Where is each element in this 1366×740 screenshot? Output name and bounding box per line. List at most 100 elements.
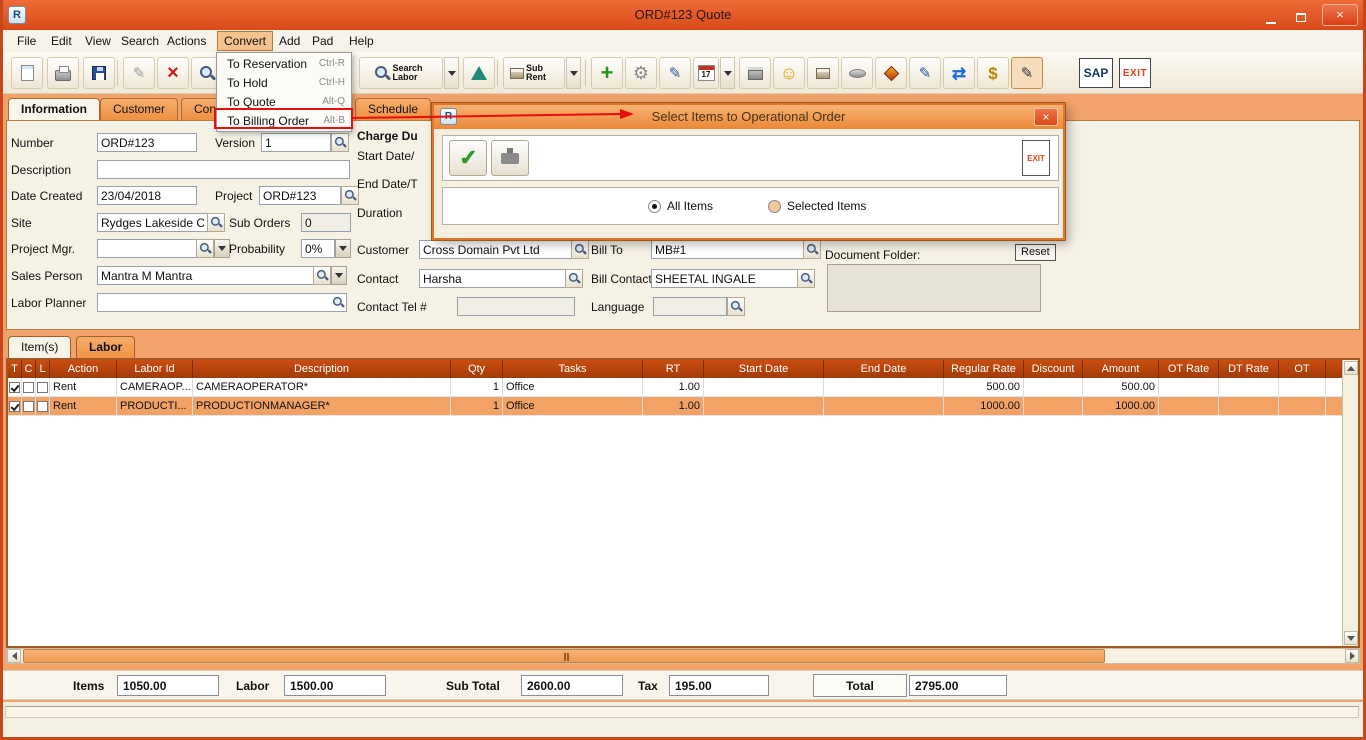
- scroll-right-button[interactable]: [1345, 649, 1359, 663]
- row1-checkbox-t[interactable]: [9, 382, 20, 393]
- scrollbar-thumb[interactable]: [23, 649, 1105, 663]
- labor-planner-field[interactable]: [97, 293, 347, 312]
- tab-labor[interactable]: Labor: [76, 336, 135, 358]
- sub-rent-dropdown[interactable]: [566, 57, 581, 89]
- equipment-button[interactable]: [875, 57, 907, 89]
- search-labor-dropdown[interactable]: [444, 57, 459, 89]
- col-rt[interactable]: RT: [643, 360, 704, 378]
- exit-button[interactable]: EXIT: [1119, 58, 1151, 88]
- col-end-date[interactable]: End Date: [824, 360, 944, 378]
- number-field[interactable]: [97, 133, 197, 152]
- menu-search[interactable]: Search: [115, 31, 165, 51]
- total-field[interactable]: [909, 675, 1007, 696]
- radio-all-items[interactable]: All Items: [648, 199, 713, 213]
- menu-item-to-reservation[interactable]: To Reservation Ctrl-R: [217, 54, 351, 73]
- close-button[interactable]: ×: [1322, 4, 1358, 26]
- col-qty[interactable]: Qty: [451, 360, 503, 378]
- sign-button[interactable]: ✎: [1011, 57, 1043, 89]
- menu-item-to-billing-order[interactable]: To Billing Order Alt-B: [217, 111, 351, 130]
- search-labor-button[interactable]: Search Labor: [359, 57, 443, 89]
- bill-to-search-button[interactable]: [803, 240, 821, 259]
- print-button[interactable]: [47, 57, 79, 89]
- minimize-button[interactable]: [1260, 8, 1282, 24]
- edit-disabled-button[interactable]: ✎: [123, 57, 155, 89]
- col-action[interactable]: Action: [50, 360, 117, 378]
- package-button[interactable]: [807, 57, 839, 89]
- tax-field[interactable]: [669, 675, 769, 696]
- version-search-button[interactable]: [331, 133, 349, 152]
- menu-item-to-hold[interactable]: To Hold Ctrl-H: [217, 73, 351, 92]
- ellipse-button[interactable]: [841, 57, 873, 89]
- contact-search-button[interactable]: [565, 269, 583, 288]
- new-document-button[interactable]: [11, 57, 43, 89]
- col-ot-rate[interactable]: OT Rate: [1159, 360, 1219, 378]
- edit-document-button[interactable]: ✎: [909, 57, 941, 89]
- vertical-scrollbar[interactable]: [1342, 360, 1358, 646]
- scroll-down-button[interactable]: [1344, 631, 1358, 645]
- menu-convert[interactable]: Convert: [217, 31, 273, 51]
- reset-button[interactable]: Reset: [1015, 244, 1056, 261]
- dialog-close-button[interactable]: ×: [1034, 108, 1058, 126]
- col-start-date[interactable]: Start Date: [704, 360, 824, 378]
- sub-rent-button[interactable]: Sub Rent: [503, 57, 565, 89]
- menu-actions[interactable]: Actions: [161, 31, 212, 51]
- row2-checkbox-l[interactable]: [37, 401, 48, 412]
- menu-add[interactable]: Add: [273, 31, 306, 51]
- maximize-button[interactable]: [1290, 8, 1312, 24]
- contact-field[interactable]: [419, 269, 566, 288]
- col-description[interactable]: Description: [193, 360, 451, 378]
- document-folder-box[interactable]: [827, 264, 1041, 312]
- sap-button[interactable]: SAP: [1079, 58, 1113, 88]
- col-dt-rate[interactable]: DT Rate: [1219, 360, 1279, 378]
- col-ot[interactable]: OT: [1279, 360, 1326, 378]
- probability-field[interactable]: [301, 239, 335, 258]
- chart-button[interactable]: [463, 57, 495, 89]
- col-c[interactable]: C: [22, 360, 36, 378]
- tab-schedule[interactable]: Schedule: [355, 98, 431, 120]
- sub-orders-field[interactable]: [301, 213, 351, 232]
- project-field[interactable]: [259, 186, 341, 205]
- col-t[interactable]: T: [8, 360, 22, 378]
- horizontal-scrollbar[interactable]: [6, 648, 1360, 664]
- customer-search-button[interactable]: [571, 240, 589, 259]
- customer-field[interactable]: [419, 240, 572, 259]
- confirm-button[interactable]: ✓: [449, 140, 487, 176]
- menu-file[interactable]: File: [11, 31, 42, 51]
- date-created-field[interactable]: [97, 186, 197, 205]
- row1-checkbox-l[interactable]: [37, 382, 48, 393]
- row2-checkbox-c[interactable]: [23, 401, 34, 412]
- calendar-button[interactable]: 17: [693, 57, 719, 89]
- project-mgr-dropdown[interactable]: [214, 239, 230, 258]
- save-button[interactable]: [83, 57, 115, 89]
- delete-button[interactable]: ×: [157, 57, 189, 89]
- version-field[interactable]: [261, 133, 331, 152]
- items-total-field[interactable]: [117, 675, 219, 696]
- add-button[interactable]: +: [591, 57, 623, 89]
- tab-information[interactable]: Information: [8, 98, 100, 120]
- gears-button[interactable]: ⚙: [625, 57, 657, 89]
- smiley-button[interactable]: ☺: [773, 57, 805, 89]
- description-field[interactable]: [97, 160, 350, 179]
- bill-to-field[interactable]: [651, 240, 804, 259]
- language-search-button[interactable]: [727, 297, 745, 316]
- sales-person-field[interactable]: [97, 266, 314, 285]
- scroll-left-button[interactable]: [7, 649, 21, 663]
- col-labor-id[interactable]: Labor Id: [117, 360, 193, 378]
- contact-tel-field[interactable]: [457, 297, 575, 316]
- tab-customer[interactable]: Customer: [100, 98, 178, 120]
- menu-help[interactable]: Help: [343, 31, 380, 51]
- row2-checkbox-t[interactable]: [9, 401, 20, 412]
- edit-note-button[interactable]: ✎: [659, 57, 691, 89]
- sub-total-field[interactable]: [521, 675, 623, 696]
- scroll-up-button[interactable]: [1344, 361, 1358, 375]
- table-row-selected[interactable]: Rent PRODUCTI... PRODUCTIONMANAGER* 1 Of…: [8, 397, 1342, 416]
- fax-button[interactable]: [739, 57, 771, 89]
- bill-contact-field[interactable]: [651, 269, 798, 288]
- project-mgr-search-button[interactable]: [196, 239, 214, 258]
- menu-edit[interactable]: Edit: [45, 31, 78, 51]
- bill-contact-search-button[interactable]: [797, 269, 815, 288]
- table-row[interactable]: Rent CAMERAOP... CAMERAOPERATOR* 1 Offic…: [8, 378, 1342, 397]
- col-l[interactable]: L: [36, 360, 50, 378]
- radio-selected-items[interactable]: Selected Items: [768, 199, 866, 213]
- sales-person-dropdown[interactable]: [331, 266, 347, 285]
